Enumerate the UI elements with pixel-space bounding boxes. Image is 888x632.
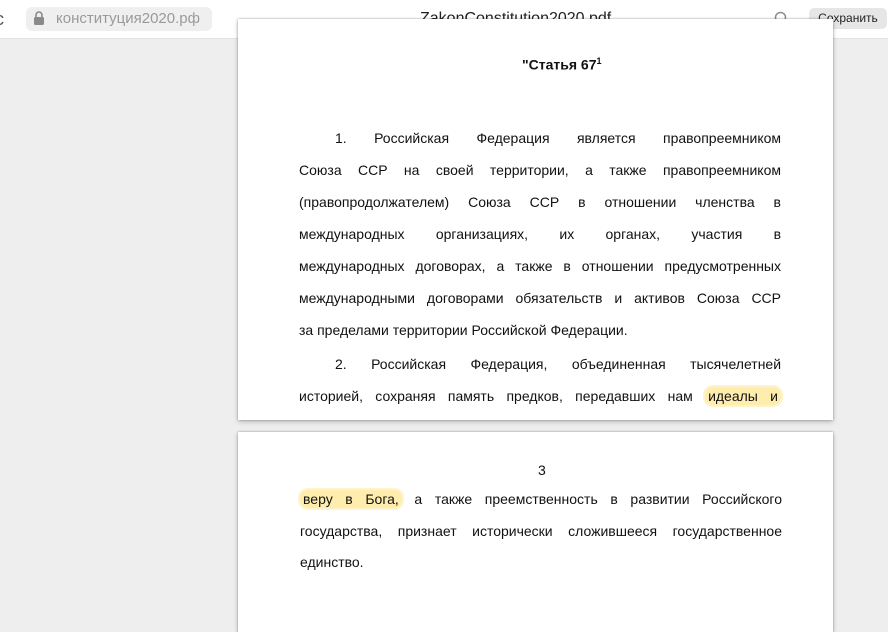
text-line: международными договорами обязательств и…	[299, 290, 781, 306]
text-word: Федерация,	[470, 356, 548, 372]
article-title-text: "Статья 67	[522, 56, 597, 73]
lock-icon	[34, 11, 44, 25]
text-line: международных договорах, а также в отнош…	[299, 258, 781, 274]
back-button[interactable]: с	[0, 9, 4, 30]
text-word: Федерация	[476, 130, 550, 146]
text-line: веру в Бога, а также преемственность в р…	[300, 490, 782, 508]
text-word: 2. Российская	[335, 356, 447, 372]
text-word: в	[773, 226, 782, 242]
text-word: правопреемником	[663, 130, 782, 146]
text-line: единство.	[300, 554, 364, 570]
address-bar[interactable]: конституция2020.рф	[26, 7, 212, 31]
text-line: историей, сохраняя память предков, перед…	[299, 387, 781, 405]
text-word: объединенная	[571, 356, 666, 372]
text-line: (правопродолжателем) Союза ССР в отношен…	[299, 194, 781, 210]
pdf-page: "Статья 671 1. Российская Федерация явля…	[238, 19, 833, 420]
highlighted-text[interactable]: веру в Бога,	[300, 490, 402, 508]
text-fragment: а также преемственность в развитии Росси…	[401, 491, 782, 507]
text-word: 1. Российская	[335, 130, 450, 146]
pdf-viewer[interactable]: "Статья 671 1. Российская Федерация явля…	[0, 19, 888, 632]
highlighted-text[interactable]: идеалы и	[705, 387, 781, 405]
text-word: их	[559, 226, 575, 242]
article-title-superscript: 1	[596, 56, 602, 66]
text-word: тысячелетней	[690, 356, 782, 372]
text-fragment: историей, сохраняя память предков, перед…	[299, 388, 693, 404]
text-line: Союза ССР на своей территории, а также п…	[299, 162, 781, 178]
text-line: государства, признает исторически сложив…	[300, 523, 782, 539]
text-word: международных	[299, 226, 405, 242]
text-line: международных организациях, их органах, …	[299, 225, 781, 243]
text-word: является	[576, 130, 636, 146]
text-word: органах,	[605, 226, 661, 242]
page-number: 3	[538, 462, 546, 478]
text-word: организациях,	[435, 226, 529, 242]
pdf-page: 3 веру в Бога, а также преемственность в…	[238, 432, 833, 632]
text-line: 1. Российская Федерация является правопр…	[335, 129, 781, 147]
text-word: участия	[691, 226, 743, 242]
text-line: 2. Российская Федерация, объединенная ты…	[335, 355, 781, 373]
article-title: "Статья 671	[522, 56, 602, 73]
url-text: конституция2020.рф	[56, 10, 200, 27]
text-line: за пределами территории Российской Федер…	[299, 322, 628, 338]
